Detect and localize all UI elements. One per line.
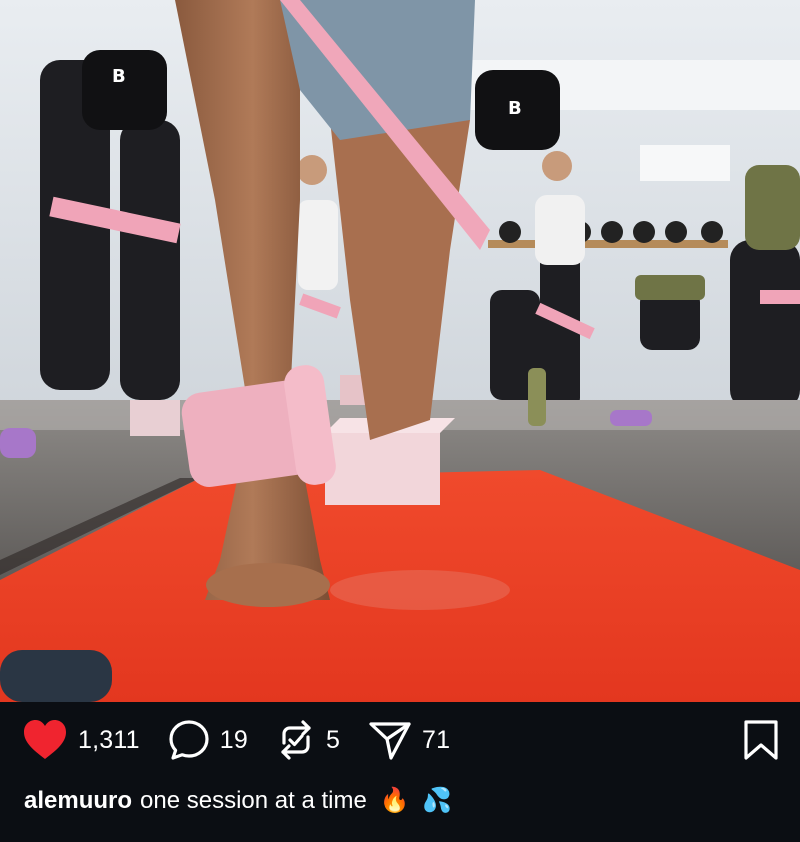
like-count: 1,311 (78, 725, 140, 754)
comment-bubble-icon (169, 720, 209, 760)
repost-icon (281, 720, 311, 760)
post-media[interactable]: B B (0, 0, 800, 702)
heart-icon (24, 720, 66, 759)
comment-count: 19 (219, 725, 248, 754)
share-count: 71 (422, 725, 451, 754)
share-button[interactable]: 71 (368, 719, 450, 761)
comment-button[interactable]: 19 (168, 719, 248, 761)
repost-button[interactable]: 5 (276, 719, 340, 761)
caption-username[interactable]: alemuuro (24, 787, 132, 814)
paper-plane-icon (369, 722, 411, 760)
post-photo: B B (0, 0, 800, 702)
action-row: 1,311 19 5 71 (22, 716, 478, 764)
save-button[interactable] (742, 719, 780, 766)
sweat-droplets-emoji: 💦 (422, 787, 452, 814)
post-action-bar: 1,311 19 5 71 alemuuro one session at a … (0, 702, 800, 842)
svg-text:B: B (112, 66, 126, 87)
bookmark-icon (744, 720, 778, 760)
svg-text:B: B (508, 98, 522, 119)
caption-text: one session at a time (140, 787, 367, 814)
like-button[interactable]: 1,311 (22, 719, 140, 761)
post-caption: alemuuro one session at a time 🔥 💦 (24, 786, 452, 816)
repost-count: 5 (325, 725, 341, 754)
fire-emoji: 🔥 (379, 787, 410, 814)
